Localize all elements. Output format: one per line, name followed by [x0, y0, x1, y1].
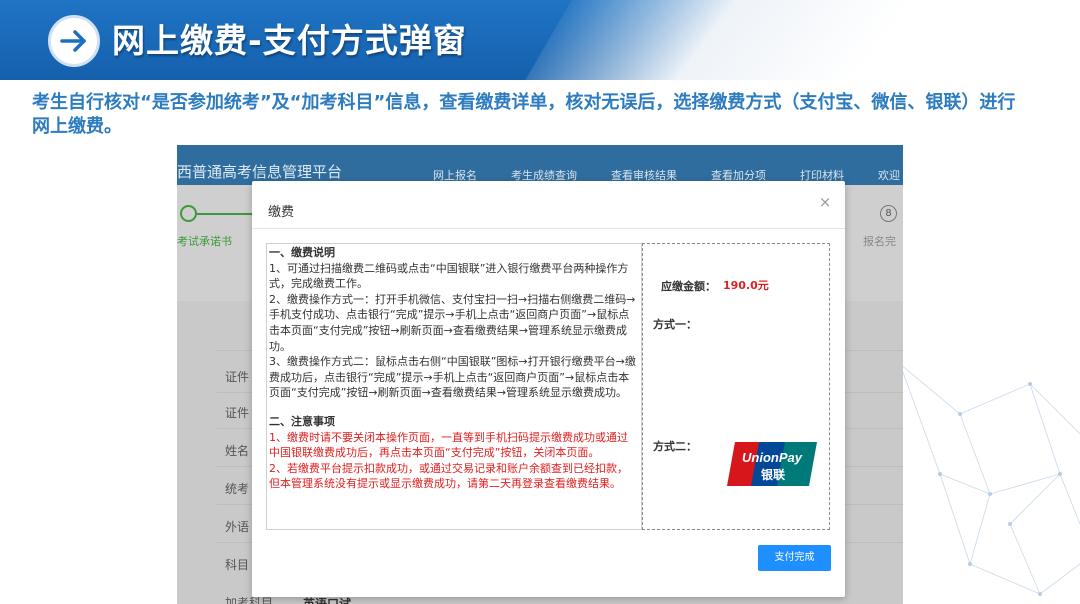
form-label: 科目 — [225, 558, 250, 572]
step-number-last: 8 — [880, 205, 897, 222]
step-connector — [197, 213, 257, 215]
amount-value: 190.0元 — [723, 279, 769, 292]
form-label: 证件 — [225, 370, 250, 384]
amount-label: 应缴金额： — [661, 280, 716, 293]
nav-item-welcome: 欢迎 — [878, 169, 900, 182]
notice-item: 1、缴费时请不要关闭本操作页面，一直等到手机扫码提示缴费成功或通过中国银联缴费成… — [269, 430, 628, 460]
header-highlight — [513, 0, 1080, 80]
method-two-label: 方式二： — [653, 440, 697, 453]
slide-intro: 考生自行核对“是否参加统考”及“加考科目”信息，查看缴费详单，核对无误后，选择缴… — [32, 92, 1016, 137]
instruction-item: 1、可通过扫描缴费二维码或点击“中国银联”进入银行缴费平台两种操作方式，完成缴费… — [269, 261, 629, 291]
method-one-label: 方式一： — [653, 318, 697, 331]
step-label-first: 考试承诺书 — [177, 235, 232, 248]
portal-navbar: 西普通高考信息管理平台 网上报名 考生成绩查询 查看审核结果 查看加分项 打印材… — [177, 145, 903, 185]
unionpay-text: UnionPay — [742, 450, 803, 465]
unionpay-cn-text: 银联 — [761, 467, 785, 482]
payment-instructions: 一、缴费说明 1、可通过扫描缴费二维码或点击“中国银联”进入银行缴费平台两种操作… — [266, 243, 642, 530]
instruction-item: 2、缴费操作方式一：打开手机微信、支付宝扫一扫→扫描右侧缴费二维码→手机支付成功… — [269, 292, 636, 353]
arrow-right-icon — [48, 15, 100, 67]
modal-title: 缴费 — [268, 205, 295, 220]
slide-header: 网上缴费-支付方式弹窗 — [0, 0, 1080, 80]
step-label-last: 报名完 — [863, 235, 896, 248]
network-decoration — [898, 362, 1080, 596]
form-label: 姓名 — [225, 444, 250, 458]
slide-title: 网上缴费-支付方式弹窗 — [112, 21, 467, 60]
notice-item: 2、若缴费平台提示扣款成功，或通过交易记录和账户余额查到已经扣款，但本管理系统没… — [269, 461, 628, 491]
payment-modal: 缴费 × 一、缴费说明 1、可通过扫描缴费二维码或点击“中国银联”进入银行缴费平… — [252, 181, 845, 597]
step-done-check-icon — [180, 205, 197, 222]
form-label: 证件 — [225, 406, 250, 420]
close-icon[interactable]: × — [816, 193, 834, 211]
section-heading: 一、缴费说明 — [269, 246, 335, 259]
form-label: 统考 — [225, 482, 250, 496]
payment-complete-button[interactable]: 支付完成 — [758, 545, 831, 571]
form-label: 外语 — [225, 520, 250, 534]
modal-divider — [252, 228, 845, 229]
section-heading: 二、注意事项 — [269, 414, 335, 428]
unionpay-logo-button[interactable]: UnionPay 银联 — [725, 440, 819, 488]
payment-methods-box: 应缴金额： 190.0元 方式一： 方式二： UnionPay 银联 — [642, 243, 830, 530]
portal-name: 西普通高考信息管理平台 — [177, 163, 343, 181]
instruction-item: 3、缴费操作方式二：鼠标点击右侧“中国银联”图标→打开银行缴费平台→缴费成功后，… — [269, 355, 636, 400]
